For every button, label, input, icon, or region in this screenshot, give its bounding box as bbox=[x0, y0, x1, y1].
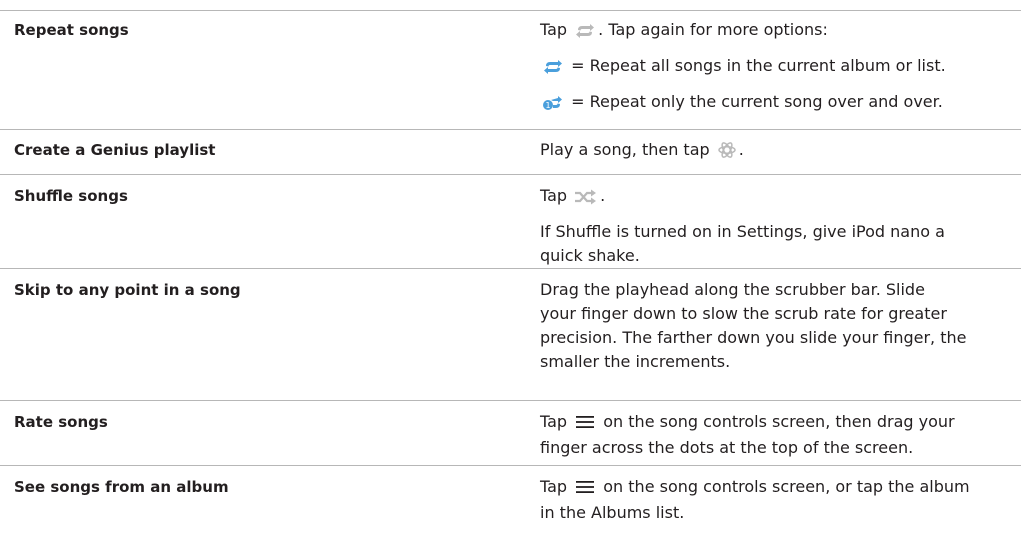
row-divider bbox=[0, 400, 1021, 401]
desc-line: = Repeat all songs in the current album … bbox=[540, 54, 1000, 82]
row-desc-repeat-songs: Tap . Tap again for more options: = Repe… bbox=[540, 18, 1000, 118]
table-top-rule bbox=[0, 10, 1021, 11]
row-divider bbox=[0, 268, 1021, 269]
desc-line: 1 = Repeat only the current song over an… bbox=[540, 90, 1000, 118]
repeat-all-icon bbox=[542, 58, 564, 82]
desc-line: If Shuffle is turned on in Settings, giv… bbox=[540, 222, 945, 265]
row-action-album-songs: See songs from an album bbox=[14, 478, 229, 496]
repeat-one-icon: 1 bbox=[542, 94, 564, 118]
desc-line: Tap on the song controls screen, or tap … bbox=[540, 477, 970, 522]
row-desc-genius-playlist: Play a song, then tap . bbox=[540, 138, 1000, 166]
row-desc-skip-point: Drag the playhead along the scrubber bar… bbox=[540, 278, 1000, 374]
desc-line: Tap . Tap again for more options: bbox=[540, 18, 1000, 46]
row-action-genius-playlist: Create a Genius playlist bbox=[14, 141, 216, 159]
row-action-skip-point: Skip to any point in a song bbox=[14, 281, 241, 299]
row-action-repeat-songs: Repeat songs bbox=[14, 21, 129, 39]
row-action-shuffle-songs: Shuffle songs bbox=[14, 187, 128, 205]
desc-line: Tap on the song controls screen, then dr… bbox=[540, 412, 955, 457]
row-desc-rate-songs: Tap on the song controls screen, then dr… bbox=[540, 410, 1000, 460]
row-desc-album-songs: Tap on the song controls screen, or tap … bbox=[540, 475, 1000, 525]
desc-line: Play a song, then tap . bbox=[540, 138, 1000, 166]
row-divider bbox=[0, 174, 1021, 175]
desc-line: Tap . bbox=[540, 184, 1000, 212]
list-icon bbox=[575, 477, 595, 501]
row-action-rate-songs: Rate songs bbox=[14, 413, 108, 431]
genius-icon bbox=[717, 141, 737, 166]
shuffle-icon bbox=[574, 188, 598, 212]
svg-text:1: 1 bbox=[545, 101, 550, 110]
list-icon bbox=[575, 412, 595, 436]
row-divider bbox=[0, 465, 1021, 466]
row-desc-shuffle-songs: Tap . If Shuffle is turned on in Setting… bbox=[540, 184, 1000, 268]
desc-line: Drag the playhead along the scrubber bar… bbox=[540, 280, 967, 371]
row-divider bbox=[0, 129, 1021, 130]
repeat-icon bbox=[574, 22, 596, 46]
